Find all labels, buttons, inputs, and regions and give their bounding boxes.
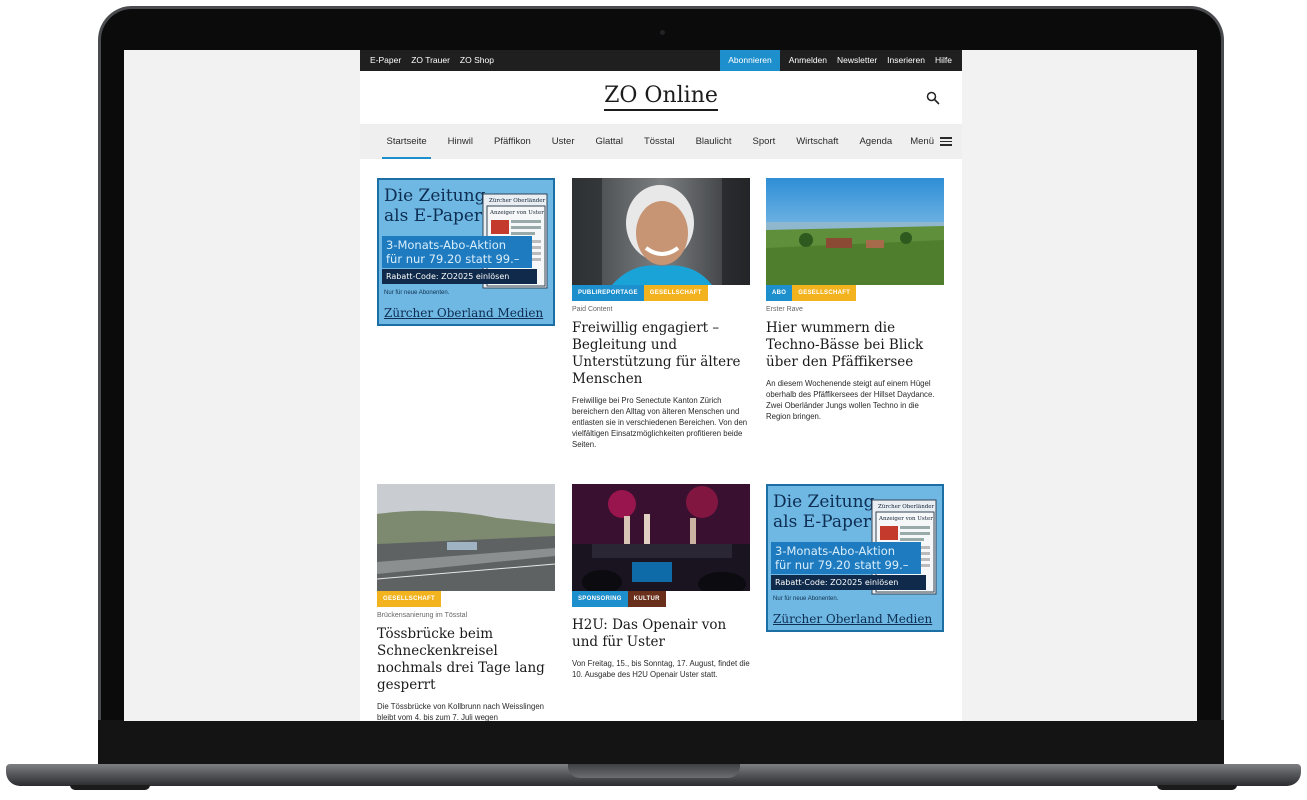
article-card[interactable]: Sponsoring Kultur H2U: Das Openair von u… <box>572 484 750 680</box>
nav-uster[interactable]: Uster <box>541 124 585 159</box>
tag[interactable]: Kultur <box>627 591 666 607</box>
newsletter-link[interactable]: Newsletter <box>832 50 882 71</box>
article-title[interactable]: Hier wummern die Techno-Bässe bei Blick … <box>766 320 944 371</box>
help-link[interactable]: Hilfe <box>930 50 962 71</box>
main-nav: Startseite Hinwil Pfäffikon Uster Glatta… <box>360 124 962 159</box>
login-link[interactable]: Anmelden <box>784 50 832 71</box>
nav-hinwil[interactable]: Hinwil <box>437 124 483 159</box>
article-tags: Sponsoring Kultur <box>572 591 750 607</box>
ad-note: Nur für neue Abonenten. <box>384 290 450 296</box>
nav-pfaeffikon[interactable]: Pfäffikon <box>483 124 541 159</box>
utility-bar: E-Paper ZO Trauer ZO Shop Abonnieren Anm… <box>360 50 962 71</box>
advertise-link[interactable]: Inserieren <box>882 50 930 71</box>
tag[interactable]: Sponsoring <box>572 591 628 607</box>
article-image[interactable] <box>572 178 750 285</box>
site-logo[interactable]: ZO Online <box>360 83 962 111</box>
link-zo-shop[interactable]: ZO Shop <box>455 50 499 71</box>
article-kicker: Brückensanierung im Tösstal <box>377 612 468 619</box>
nav-wirtschaft[interactable]: Wirtschaft <box>786 124 849 159</box>
article-title[interactable]: Tössbrücke beim Schneckenkreisel nochmal… <box>377 626 555 694</box>
article-teaser: An diesem Wochenende steigt auf einem Hü… <box>766 379 935 421</box>
article-card[interactable]: Gesellschaft Brückensanierung im Tösstal… <box>377 484 555 721</box>
ad-headline: Die Zeitung als E-Paper <box>384 186 486 226</box>
ad-note: Nur für neue Abonenten. <box>773 596 839 602</box>
link-epaper[interactable]: E-Paper <box>360 50 406 71</box>
masthead: ZO Online <box>360 71 962 124</box>
hamburger-icon <box>940 137 952 146</box>
tag[interactable]: Publireportage <box>572 285 644 301</box>
link-zo-trauer[interactable]: ZO Trauer <box>406 50 455 71</box>
epaper-ad[interactable]: Die Zeitung als E-Paper Zürcher Oberländ… <box>766 484 944 632</box>
article-tags: Abo Gesellschaft <box>766 285 944 301</box>
search-icon[interactable] <box>926 91 940 105</box>
ad-brand-link[interactable]: Zürcher Oberland Medien <box>773 612 932 626</box>
menu-button[interactable]: Menü <box>910 124 952 159</box>
svg-text:Zürcher Oberländer: Zürcher Oberländer <box>489 198 546 204</box>
ad-brand-link[interactable]: Zürcher Oberland Medien <box>384 306 543 320</box>
ad-discount-code: Rabatt-Code: ZO2025 einlösen <box>771 575 926 590</box>
article-tags: Publireportage Gesellschaft <box>572 285 750 301</box>
article-tags: Gesellschaft <box>377 591 555 607</box>
article-teaser: Von Freitag, 15., bis Sonntag, 17. Augus… <box>572 659 750 679</box>
article-image[interactable] <box>572 484 750 591</box>
svg-text:Zürcher Oberländer: Zürcher Oberländer <box>878 504 935 510</box>
nav-agenda[interactable]: Agenda <box>849 124 903 159</box>
ad-discount-code: Rabatt-Code: ZO2025 einlösen <box>382 269 537 284</box>
article-title[interactable]: H2U: Das Openair von und für Uster <box>572 617 750 651</box>
tag[interactable]: Gesellschaft <box>377 591 441 607</box>
camera-dot <box>660 30 665 35</box>
nav-blaulicht[interactable]: Blaulicht <box>685 124 742 159</box>
article-kicker: Erster Rave <box>766 306 803 313</box>
tag[interactable]: Gesellschaft <box>792 285 857 301</box>
laptop-foot <box>1157 785 1237 790</box>
subscribe-button[interactable]: Abonnieren <box>720 50 780 71</box>
article-card[interactable]: Publireportage Gesellschaft Paid Content… <box>572 178 750 450</box>
article-image[interactable] <box>766 178 944 285</box>
menu-label: Menü <box>910 136 934 147</box>
web-page: E-Paper ZO Trauer ZO Shop Abonnieren Anm… <box>360 50 962 721</box>
tag[interactable]: Abo <box>766 285 793 301</box>
nav-glattal[interactable]: Glattal <box>585 124 633 159</box>
laptop-foot <box>70 785 150 790</box>
article-title[interactable]: Freiwillig engagiert – Begleitung und Un… <box>572 320 750 388</box>
laptop-screen: E-Paper ZO Trauer ZO Shop Abonnieren Anm… <box>124 50 1197 721</box>
article-card[interactable]: Abo Gesellschaft Erster Rave Hier wummer… <box>766 178 944 422</box>
svg-text:Anzeiger von Uster: Anzeiger von Uster <box>489 210 544 216</box>
laptop-chin <box>98 720 1224 768</box>
article-kicker: Paid Content <box>572 306 613 313</box>
svg-text:Anzeiger von Uster: Anzeiger von Uster <box>878 516 933 522</box>
epaper-ad[interactable]: Die Zeitung als E-Paper Zürcher Oberländ… <box>377 178 555 326</box>
nav-sport[interactable]: Sport <box>742 124 786 159</box>
article-image[interactable] <box>377 484 555 591</box>
ad-offer: 3-Monats-Abo-Aktion für nur 79.20 statt … <box>382 236 532 268</box>
nav-toesstal[interactable]: Tösstal <box>633 124 685 159</box>
article-teaser: Die Tössbrücke von Kollbrunn nach Weissl… <box>377 702 545 721</box>
laptop-notch <box>568 764 740 778</box>
ad-offer: 3-Monats-Abo-Aktion für nur 79.20 statt … <box>771 542 921 574</box>
tag[interactable]: Gesellschaft <box>643 285 708 301</box>
ad-headline: Die Zeitung als E-Paper <box>773 492 875 532</box>
article-teaser: Freiwillige bei Pro Senectute Kanton Zür… <box>572 396 748 449</box>
nav-startseite[interactable]: Startseite <box>376 124 437 159</box>
